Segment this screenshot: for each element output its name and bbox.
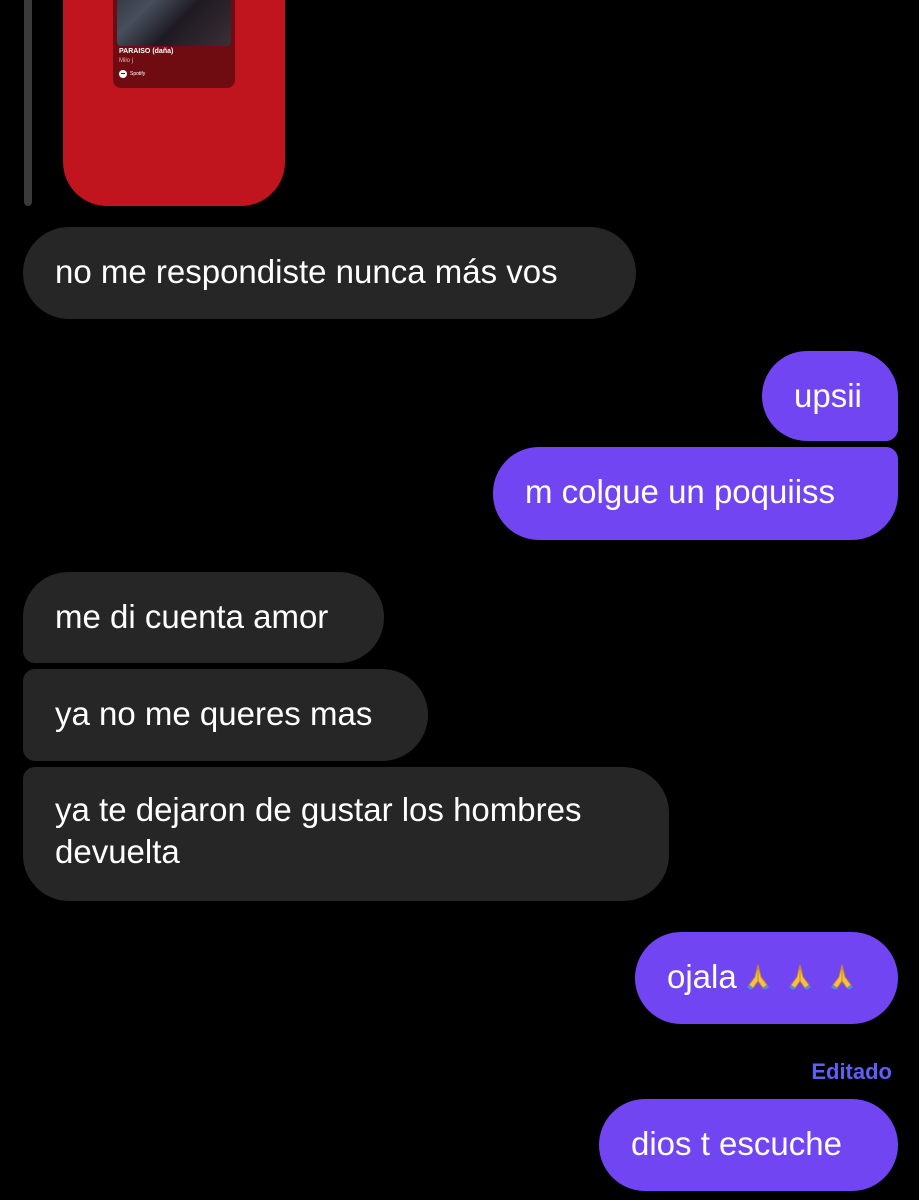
edited-label: Editado <box>811 1059 892 1084</box>
shared-song-card[interactable]: PARAISO (daña) Milo j Spotify <box>63 0 285 206</box>
album-cover-image <box>117 0 231 46</box>
message-bubble-outgoing[interactable]: ojala <box>635 932 898 1024</box>
message-text: ya no me queres mas <box>55 695 373 732</box>
message-text: me di cuenta amor <box>55 598 329 635</box>
message-bubble-outgoing[interactable]: m colgue un poquiiss <box>493 447 898 540</box>
message-text: upsii <box>794 377 862 414</box>
spotify-label: Spotify <box>130 71 146 77</box>
folded-hands-icon <box>788 964 811 990</box>
message-text: no me respondiste nunca más vos <box>55 253 558 290</box>
emoji-group <box>737 958 857 995</box>
message-bubble-incoming[interactable]: ya no me queres mas <box>23 669 428 761</box>
message-bubble-outgoing[interactable]: upsii <box>762 351 898 441</box>
message-text: dios t escuche <box>631 1125 842 1162</box>
message-bubble-incoming[interactable]: me di cuenta amor <box>23 572 384 663</box>
folded-hands-icon <box>746 964 769 990</box>
song-title: PARAISO (daña) <box>119 48 174 55</box>
song-preview[interactable]: PARAISO (daña) Milo j Spotify <box>113 0 235 88</box>
song-artist: Milo j <box>119 58 134 64</box>
message-bubble-incoming[interactable]: ya te dejaron de gustar los hombres devu… <box>23 767 669 901</box>
message-text: m colgue un poquiiss <box>525 473 836 510</box>
spotify-icon <box>119 70 127 78</box>
folded-hands-icon <box>830 964 853 990</box>
reply-indicator-bar <box>24 0 32 206</box>
message-text: ya te dejaron de gustar los hombres devu… <box>55 791 582 870</box>
message-bubble-outgoing[interactable]: dios t escuche <box>599 1099 898 1191</box>
message-text: ojala <box>667 958 737 995</box>
spotify-attribution: Spotify <box>119 70 145 78</box>
message-bubble-incoming[interactable]: no me respondiste nunca más vos <box>23 227 636 319</box>
